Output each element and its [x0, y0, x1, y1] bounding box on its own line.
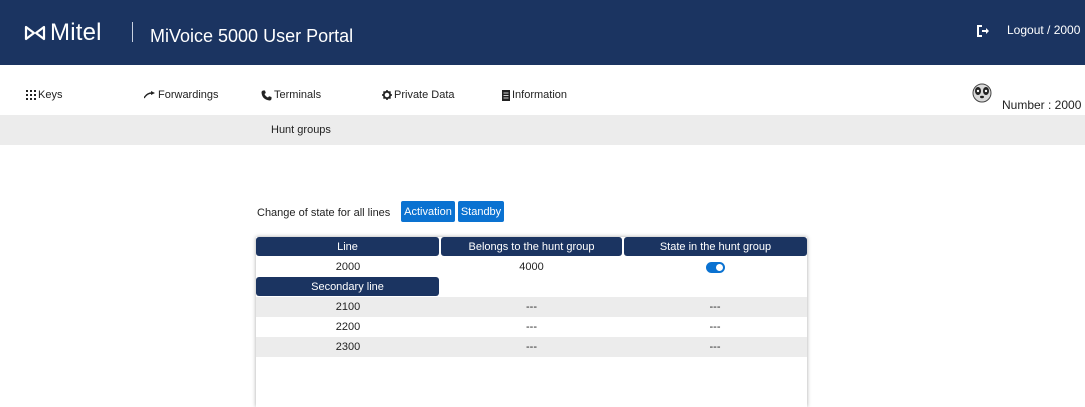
tab-hunt-groups[interactable]: Hunt groups: [271, 124, 331, 136]
header-divider: [132, 22, 133, 42]
nav-item-label: Forwardings: [158, 89, 219, 101]
nav-item-label: Private Data: [394, 89, 455, 101]
nav-item-forwardings[interactable]: Forwardings: [144, 89, 219, 101]
logout-link[interactable]: Logout / 2000: [1007, 23, 1080, 37]
app-title: MiVoice 5000 User Portal: [150, 26, 354, 46]
state-toggle[interactable]: [705, 261, 725, 273]
line-cell: 2300: [335, 341, 361, 353]
main-nav: Keys Forwardings Terminals Private Data: [0, 65, 1085, 115]
header-belongs: Belongs to the hunt group: [441, 237, 622, 256]
nav-item-label: Terminals: [274, 89, 322, 101]
mitel-logo: Mitel: [24, 19, 102, 47]
mitel-logo-icon: [24, 25, 46, 41]
user-number: Number : 2000: [1002, 98, 1082, 112]
table-row: 2000 4000: [256, 257, 807, 277]
line-cell: 2200: [335, 321, 361, 333]
nav-item-private-data[interactable]: Private Data: [382, 89, 455, 101]
group-cell: ---: [526, 301, 537, 313]
header-line: Line: [256, 237, 439, 256]
avatar[interactable]: [971, 83, 993, 103]
header-state: State in the hunt group: [624, 237, 807, 256]
header-secondary-line: Secondary line: [256, 277, 439, 296]
table-row: 2100 --- ---: [256, 297, 807, 317]
group-cell: 4000: [519, 261, 544, 273]
brand-name: Mitel: [50, 19, 102, 46]
line-cell: 2000: [335, 261, 361, 273]
standby-button[interactable]: Standby: [458, 201, 504, 222]
hunt-group-table: Line Belongs to the hunt group State in …: [256, 237, 807, 407]
gear-icon: [382, 90, 392, 100]
nav-item-terminals[interactable]: Terminals: [261, 89, 321, 101]
nav-item-keys[interactable]: Keys: [26, 89, 62, 101]
state-cell: ---: [709, 321, 721, 333]
activation-button[interactable]: Activation: [401, 201, 455, 222]
logout-icon[interactable]: [975, 24, 989, 38]
toggle-knob: [715, 263, 723, 271]
state-cell: ---: [709, 341, 721, 353]
nav-item-label: Keys: [38, 89, 63, 101]
top-header: Mitel MiVoice 5000 User Portal Logout / …: [0, 0, 1085, 65]
nav-item-label: Information: [512, 89, 568, 101]
table-row: 2200 --- ---: [256, 317, 807, 337]
keypad-icon: [26, 90, 36, 100]
nav-item-information[interactable]: Information: [502, 89, 567, 101]
group-cell: ---: [526, 341, 537, 353]
group-cell: ---: [526, 321, 537, 333]
state-cell: [623, 257, 807, 277]
table-row: 2300 --- ---: [256, 337, 807, 357]
document-icon: [502, 89, 510, 101]
phone-icon: [261, 90, 272, 100]
line-cell: 2100: [335, 301, 361, 313]
state-change-label: Change of state for all lines: [257, 207, 391, 219]
forward-arrow-icon: [144, 91, 155, 99]
state-cell: ---: [709, 301, 721, 313]
sub-nav: Hunt groups: [0, 115, 1085, 145]
